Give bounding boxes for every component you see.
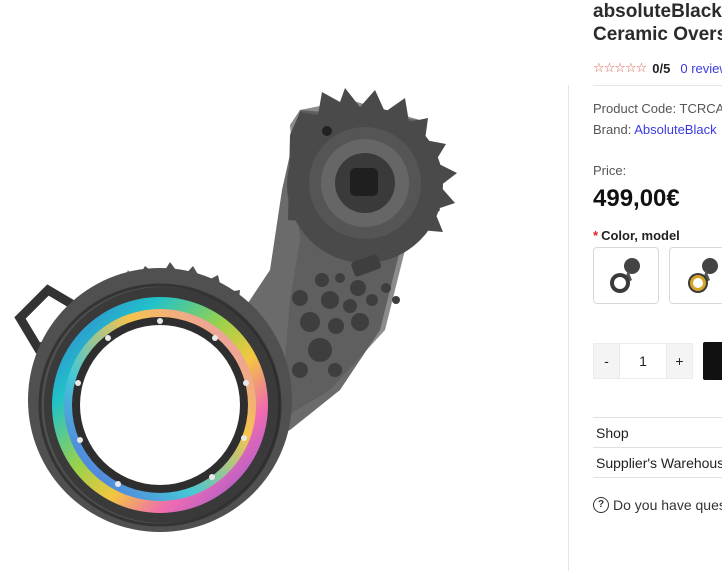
variant-black-thumbnail <box>594 248 658 303</box>
option-label-text: Color, model <box>601 228 680 243</box>
derailleur-cage-image <box>0 0 568 571</box>
question-circle-icon: ? <box>593 497 609 513</box>
product-code-label: Product Code: <box>593 101 676 116</box>
qty-decrease-button[interactable]: - <box>593 343 620 379</box>
divider <box>593 477 722 478</box>
questions-text: Do you have questions? <box>613 497 722 513</box>
product-title: absoluteBlack Hollowcage Ceramic Oversiz… <box>593 0 722 46</box>
variant-black[interactable] <box>593 247 659 304</box>
option-label: *Color, model <box>593 228 680 243</box>
variant-gold-thumbnail <box>670 248 722 303</box>
questions-link[interactable]: ? Do you have questions? <box>593 497 722 513</box>
availability-shop: Shop <box>593 417 722 447</box>
required-mark: * <box>593 228 598 243</box>
qty-increase-button[interactable]: + <box>666 343 693 379</box>
product-code: Product Code: TCRCAP <box>593 101 722 116</box>
column-divider <box>568 85 569 571</box>
brand-label: Brand: <box>593 122 631 137</box>
availability-warehouse: Supplier's Warehouse <box>593 447 722 477</box>
brand: Brand: AbsoluteBlack <box>593 122 717 137</box>
add-to-cart-button[interactable] <box>703 342 722 380</box>
product-image[interactable] <box>0 0 568 571</box>
reviews-link[interactable]: 0 reviews <box>680 61 722 76</box>
variant-gold[interactable] <box>669 247 722 304</box>
rating-score: 0/5 <box>652 61 670 76</box>
rating-stars-icon[interactable]: ☆☆☆☆☆ <box>593 60 646 76</box>
rating-row: ☆☆☆☆☆ 0/5 0 reviews <box>593 59 722 77</box>
price-value: 499,00€ <box>593 185 680 213</box>
brand-link[interactable]: AbsoluteBlack <box>634 122 716 137</box>
product-info-panel: absoluteBlack Hollowcage Ceramic Oversiz… <box>593 0 722 571</box>
price-label: Price: <box>593 163 626 178</box>
divider <box>593 85 722 86</box>
quantity-input[interactable] <box>620 343 666 379</box>
product-code-value: TCRCAP <box>680 101 722 116</box>
